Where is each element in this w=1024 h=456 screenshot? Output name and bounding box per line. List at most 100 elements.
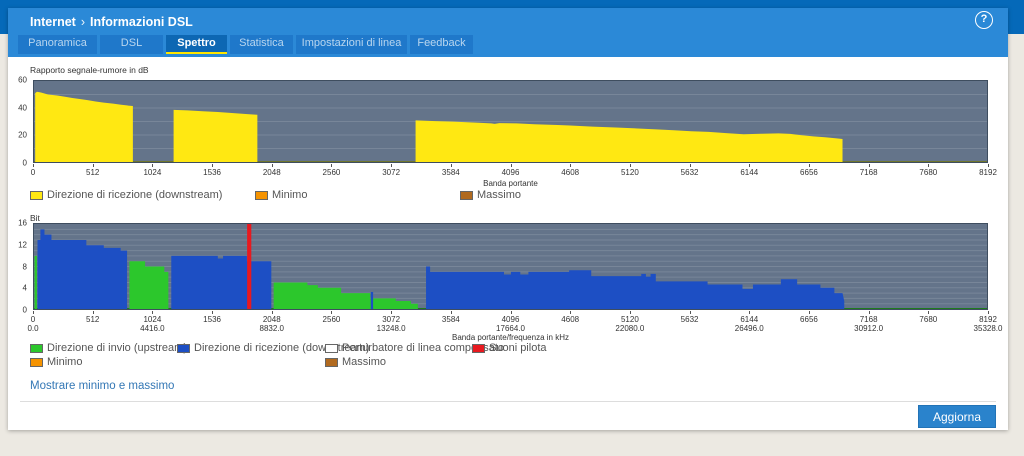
snr-series-segment (35, 92, 133, 162)
bits-x-tick: 0 (31, 315, 35, 324)
tab-spettro[interactable]: Spettro (166, 35, 227, 54)
snr-x-tick: 5632 (681, 168, 699, 177)
bits-series-segment (35, 256, 37, 309)
snr-x-tick: 3584 (442, 168, 460, 177)
bits-legend-row: Minimo Massimo (30, 356, 988, 369)
snr-x-tick: 2560 (323, 168, 341, 177)
snr-x-tick: 5120 (621, 168, 639, 177)
snr-x-tick: 3072 (382, 168, 400, 177)
bits-y-tick: 0 (23, 306, 27, 315)
bits-x-tick: 2048 (263, 315, 281, 324)
bits-x-tick: 3072 (382, 315, 400, 324)
snr-x-tick: 0 (31, 168, 35, 177)
bits-freq-tick: 4416.0 (140, 324, 164, 333)
bits-freq-tick: 22080.0 (615, 324, 644, 333)
snr-y-tick: 40 (18, 103, 27, 112)
legend-label: Minimo (47, 356, 82, 368)
snr-x-tick: 512 (86, 168, 99, 177)
show-min-max-link[interactable]: Mostrare minimo e massimo (30, 380, 174, 392)
legend-label: Suoni pilota (489, 342, 547, 354)
legend-item-direzione-di-invio-upstream: Direzione di invio (upstream) (30, 342, 187, 354)
snr-x-tick: 6144 (740, 168, 758, 177)
bits-x-tick: 5120 (621, 315, 639, 324)
snr-x-tick: 8192 (979, 168, 997, 177)
page-header: Internet›Informazioni DSL ? PanoramicaDS… (8, 8, 1008, 57)
snr-series-segment (174, 110, 258, 162)
bits-chart-title: Bit (30, 213, 40, 223)
bits-freq-tick: 30912.0 (854, 324, 883, 333)
snr-series-segment (416, 120, 843, 162)
snr-y-tick: 20 (18, 131, 27, 140)
breadcrumb-separator: › (76, 15, 90, 29)
bits-chart-plot (33, 223, 988, 310)
bits-y-axis-labels: 1612840 (8, 223, 30, 310)
snr-x-tick: 2048 (263, 168, 281, 177)
legend-item-massimo: Massimo (460, 189, 521, 201)
tab-feedback[interactable]: Feedback (410, 35, 473, 54)
snr-y-axis-labels: 6040200 (8, 80, 30, 163)
legend-item-minimo: Minimo (30, 356, 82, 368)
bits-series-segment (171, 256, 271, 309)
snr-x-tick: 1536 (203, 168, 221, 177)
tab-panoramica[interactable]: Panoramica (18, 35, 97, 54)
bits-x-tick: 7168 (860, 315, 878, 324)
bits-x-tick: 8192 (979, 315, 997, 324)
snr-x-tick: 1024 (143, 168, 161, 177)
bits-series-segment (371, 292, 373, 309)
snr-x-tick: 7168 (860, 168, 878, 177)
bits-series-segment (129, 261, 168, 309)
legend-swatch-icon (30, 191, 43, 200)
legend-swatch-icon (177, 344, 190, 353)
snr-y-tick: 0 (23, 159, 27, 168)
bits-x-tick: 2560 (323, 315, 341, 324)
main-content: Rapporto segnale-rumore in dB60402000512… (8, 57, 1008, 430)
bits-x-tick: 4608 (561, 315, 579, 324)
help-icon[interactable]: ? (975, 11, 993, 29)
breadcrumb-internet[interactable]: Internet (30, 15, 76, 29)
legend-label: Massimo (477, 189, 521, 201)
snr-x-tick: 4608 (561, 168, 579, 177)
legend-swatch-icon (30, 344, 43, 353)
bits-freq-tick: 8832.0 (260, 324, 284, 333)
tab-impostazioni-di-linea[interactable]: Impostazioni di linea (296, 35, 407, 54)
legend-swatch-icon (472, 344, 485, 353)
bits-series-segment (37, 229, 127, 309)
snr-chart-plot (33, 80, 988, 163)
snr-legend-row: Direzione di ricezione (downstream) Minim… (30, 189, 988, 202)
bits-freq-tick: 26496.0 (735, 324, 764, 333)
breadcrumb-page-title: Informazioni DSL (90, 15, 193, 29)
snr-chart-title: Rapporto segnale-rumore in dB (30, 65, 149, 75)
bits-y-tick: 12 (18, 240, 27, 249)
snr-x-tick: 4096 (502, 168, 520, 177)
bits-series-segment (247, 224, 251, 309)
bits-freq-tick: 0.0 (27, 324, 38, 333)
bits-y-tick: 8 (23, 262, 27, 271)
legend-label: Direzione di ricezione (downstream) (47, 189, 222, 201)
bits-freq-tick: 13248.0 (377, 324, 406, 333)
snr-x-axis-labels: 0 512 1024 1536 2048 2560 3072 3584 4096 4608 5120… (33, 168, 988, 178)
snr-x-tick: 6656 (800, 168, 818, 177)
bits-series-segment (274, 282, 418, 309)
bits-x-tick: 3584 (442, 315, 460, 324)
refresh-button[interactable]: Aggiorna (918, 405, 996, 428)
bits-legend-row: Direzione di invio (upstream)Direzione d… (30, 342, 988, 355)
legend-item-minimo: Minimo (255, 189, 307, 201)
legend-swatch-icon (255, 191, 268, 200)
footer-divider (20, 401, 996, 402)
tab-statistica[interactable]: Statistica (230, 35, 293, 54)
bits-freq-tick: 35328.0 (974, 324, 1003, 333)
bits-x-tick: 6656 (800, 315, 818, 324)
content-card: Internet›Informazioni DSL ? PanoramicaDS… (8, 8, 1008, 430)
bits-x-tick: 512 (86, 315, 99, 324)
bits-x-axis-title: Banda portante/frequenza in kHz (33, 333, 988, 342)
legend-label: Direzione di invio (upstream) (47, 342, 187, 354)
legend-swatch-icon (460, 191, 473, 200)
bits-freq-tick: 17664.0 (496, 324, 525, 333)
legend-label: Massimo (342, 356, 386, 368)
legend-swatch-icon (30, 358, 43, 367)
legend-swatch-icon (325, 344, 338, 353)
tab-dsl[interactable]: DSL (100, 35, 163, 54)
legend-item-massimo: Massimo (325, 356, 386, 368)
snr-y-tick: 60 (18, 76, 27, 85)
legend-label: Minimo (272, 189, 307, 201)
